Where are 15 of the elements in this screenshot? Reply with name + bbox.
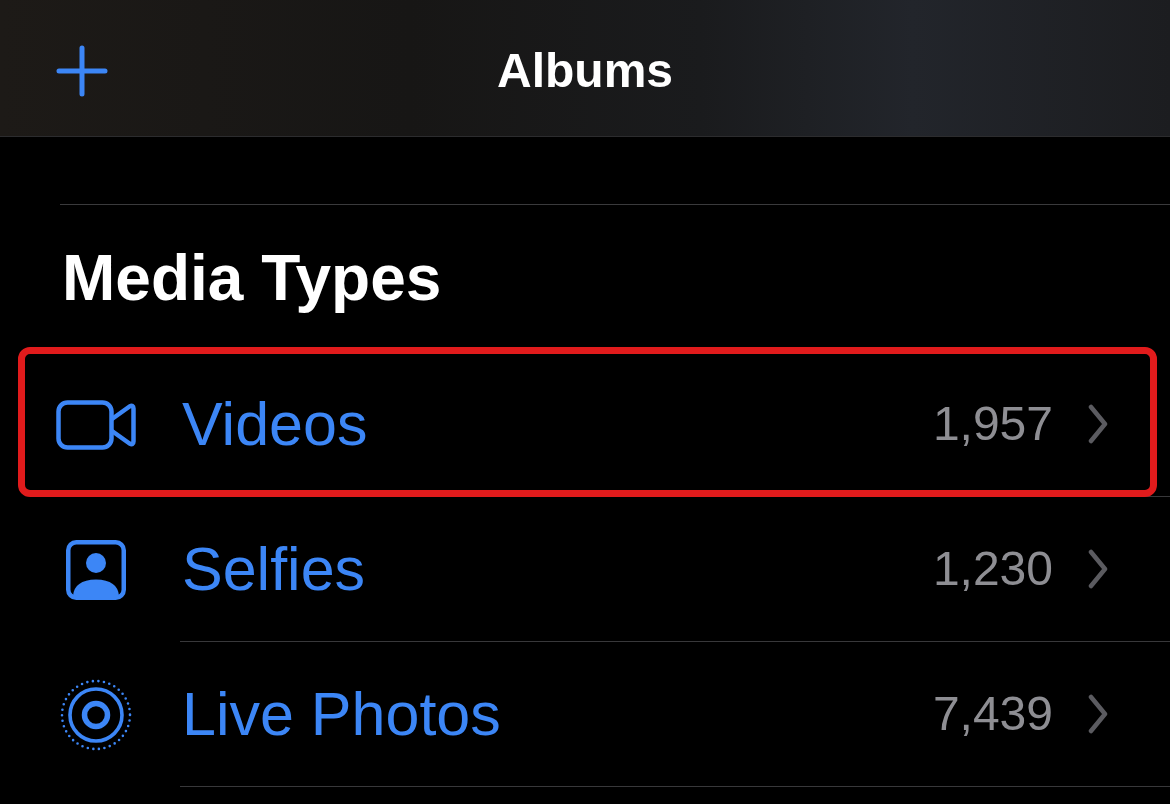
item-count: 1,230 xyxy=(932,541,1053,597)
chevron-icon xyxy=(1088,404,1108,444)
add-button[interactable] xyxy=(56,45,108,97)
album-label[interactable]: Videos xyxy=(182,388,368,460)
concentric-circles-icon xyxy=(60,678,132,751)
person-portrait-icon xyxy=(66,539,126,600)
album-label[interactable]: Live Photos xyxy=(182,678,501,750)
item-count: 1,957 xyxy=(932,396,1053,452)
plus-icon xyxy=(56,45,108,97)
video-camera-icon xyxy=(56,399,136,450)
item-count: 7,439 xyxy=(932,686,1053,742)
album-label[interactable]: Selfies xyxy=(182,533,366,605)
chevron-icon xyxy=(1088,694,1108,734)
chevron-icon xyxy=(1088,549,1108,589)
navigation-title: Albums xyxy=(497,44,673,98)
